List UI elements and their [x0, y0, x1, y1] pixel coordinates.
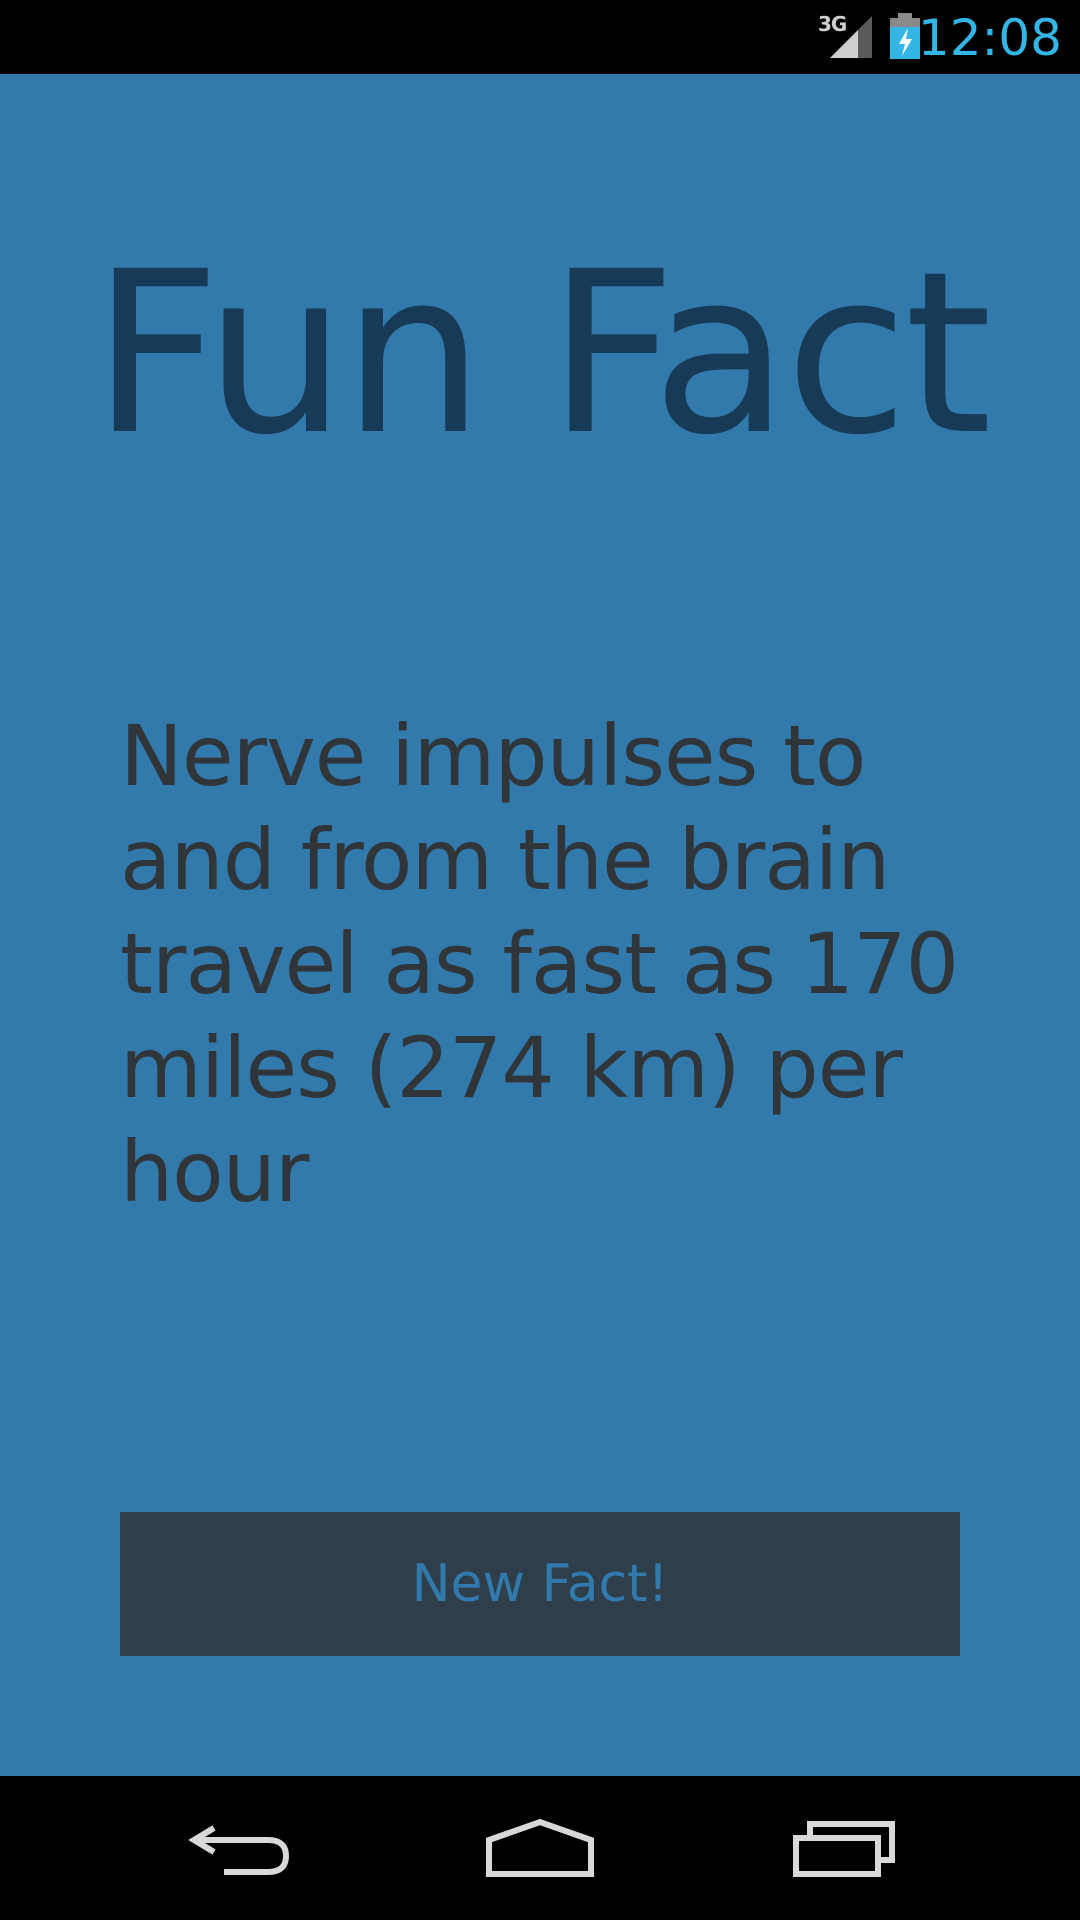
back-button[interactable]: [120, 1776, 360, 1920]
recents-button[interactable]: [724, 1776, 964, 1920]
battery-charging-icon: [890, 13, 920, 59]
recents-icon: [793, 1821, 895, 1877]
page-title: Fun Fact: [91, 223, 992, 484]
home-icon: [486, 1818, 594, 1877]
app-content: Fun Fact Nerve impulses to and from the …: [0, 74, 1080, 1776]
screen: 3G 12:08 Fun Fact Nerve impulses to and …: [0, 0, 1080, 1920]
status-clock: 12:08: [917, 9, 1062, 67]
signal-icon: [830, 16, 872, 58]
status-bar: 3G 12:08: [0, 0, 1080, 74]
navigation-bar: [0, 1776, 1080, 1920]
new-fact-button[interactable]: New Fact!: [120, 1512, 960, 1656]
home-button[interactable]: [420, 1776, 660, 1920]
back-icon: [188, 1825, 290, 1875]
fact-text: Nerve impulses to and from the brain tra…: [120, 707, 959, 1221]
